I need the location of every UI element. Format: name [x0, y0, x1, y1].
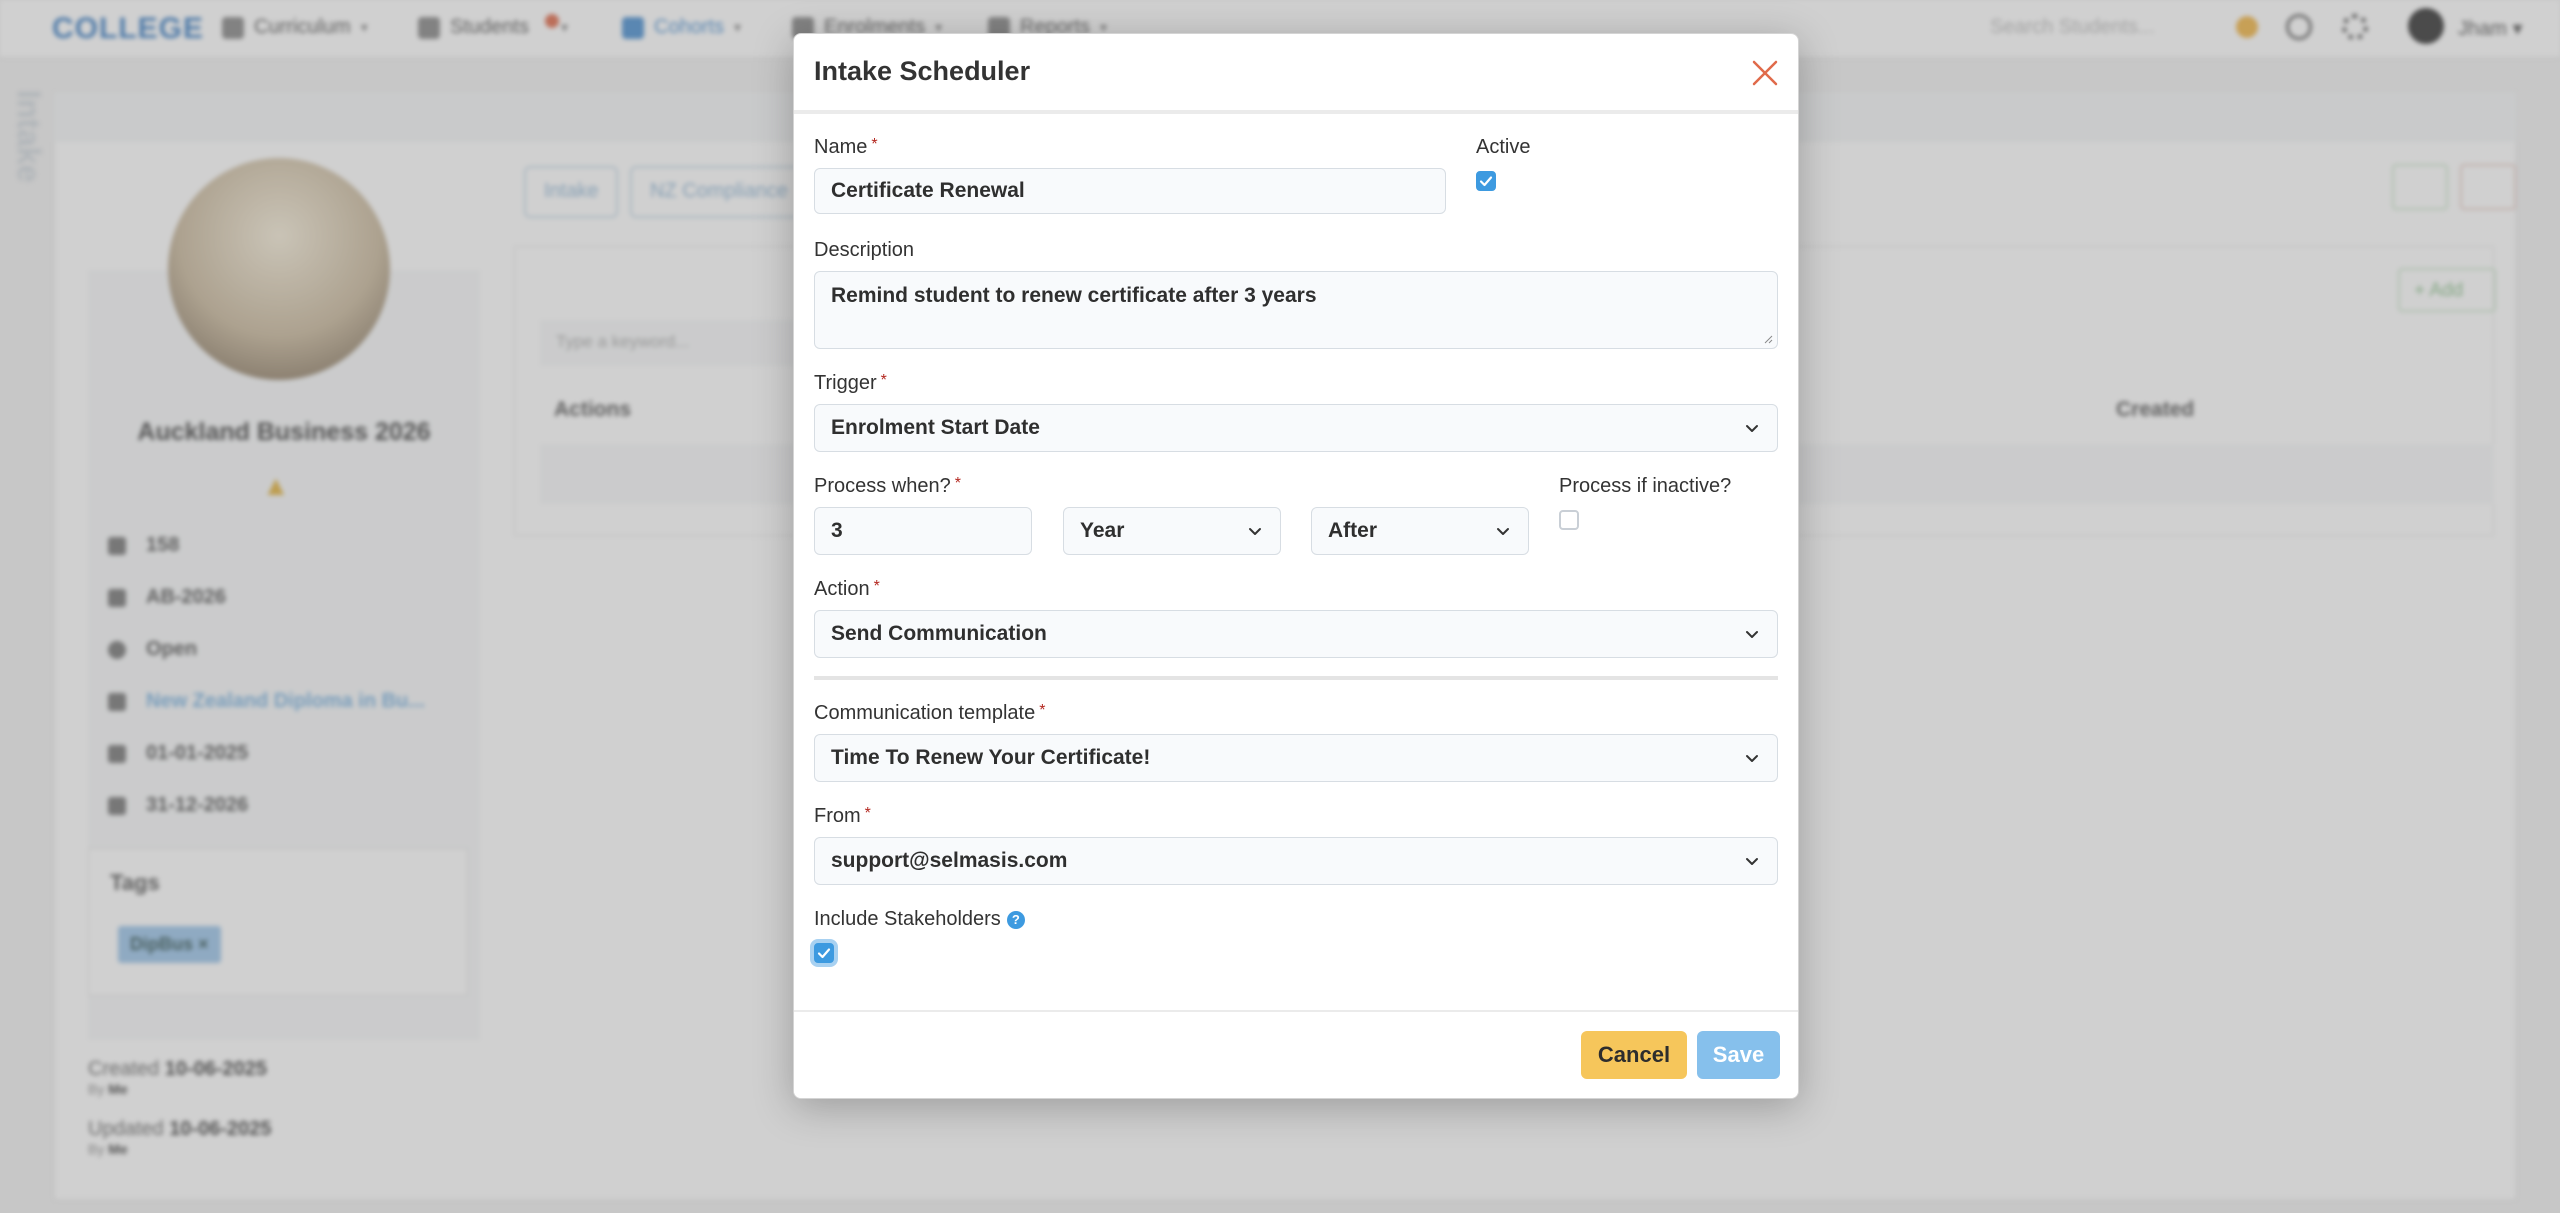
help-icon[interactable]: ? [1006, 911, 1025, 929]
chevron-down-icon [1249, 528, 1261, 535]
action-select[interactable]: Send Communication [814, 610, 1778, 658]
name-input[interactable]: Certificate Renewal [814, 168, 1446, 214]
chevron-down-icon [1746, 858, 1758, 865]
required-marker: * [880, 372, 887, 389]
save-button[interactable]: Save [1697, 1031, 1780, 1079]
check-icon [1479, 176, 1493, 187]
process-inactive-label: Process if inactive? [1559, 475, 1732, 497]
trigger-label: Trigger * [814, 372, 887, 394]
resize-handle-icon[interactable] [1763, 334, 1773, 344]
check-icon [817, 948, 831, 959]
process-unit-select[interactable]: Year [1063, 507, 1281, 555]
stakeholders-checkbox[interactable] [814, 943, 834, 963]
close-icon[interactable] [1746, 54, 1784, 92]
cancel-button[interactable]: Cancel [1581, 1031, 1687, 1079]
intake-scheduler-modal: Intake Scheduler Name * Certificate Renew… [793, 33, 1799, 1099]
required-marker: * [954, 475, 961, 492]
name-label: Name * [814, 136, 878, 158]
chevron-down-icon [1746, 631, 1758, 638]
required-marker: * [864, 805, 871, 822]
process-amount-input[interactable]: 3 [814, 507, 1032, 555]
trigger-select[interactable]: Enrolment Start Date [814, 404, 1778, 452]
chevron-down-icon [1746, 425, 1758, 432]
chevron-down-icon [1497, 528, 1509, 535]
chevron-down-icon [1746, 755, 1758, 762]
required-marker: * [871, 136, 878, 153]
active-label: Active [1476, 136, 1531, 158]
process-when-label: Process when? * [814, 475, 961, 497]
stakeholders-label: Include Stakeholders? [814, 908, 1025, 931]
description-label: Description [814, 239, 915, 261]
modal-title: Intake Scheduler [814, 56, 1031, 86]
section-divider [814, 676, 1778, 680]
required-marker: * [1039, 702, 1046, 719]
required-marker: * [873, 578, 880, 595]
process-inactive-checkbox[interactable] [1559, 510, 1579, 530]
active-checkbox[interactable] [1476, 171, 1496, 191]
from-label: From * [814, 805, 871, 827]
template-label: Communication template * [814, 702, 1046, 724]
action-label: Action * [814, 578, 880, 600]
from-select[interactable]: support@selmasis.com [814, 837, 1778, 885]
process-direction-select[interactable]: After [1311, 507, 1529, 555]
modal-header: Intake Scheduler [794, 34, 1798, 114]
description-textarea[interactable]: Remind student to renew certificate afte… [814, 271, 1778, 349]
template-select[interactable]: Time To Renew Your Certificate! [814, 734, 1778, 782]
